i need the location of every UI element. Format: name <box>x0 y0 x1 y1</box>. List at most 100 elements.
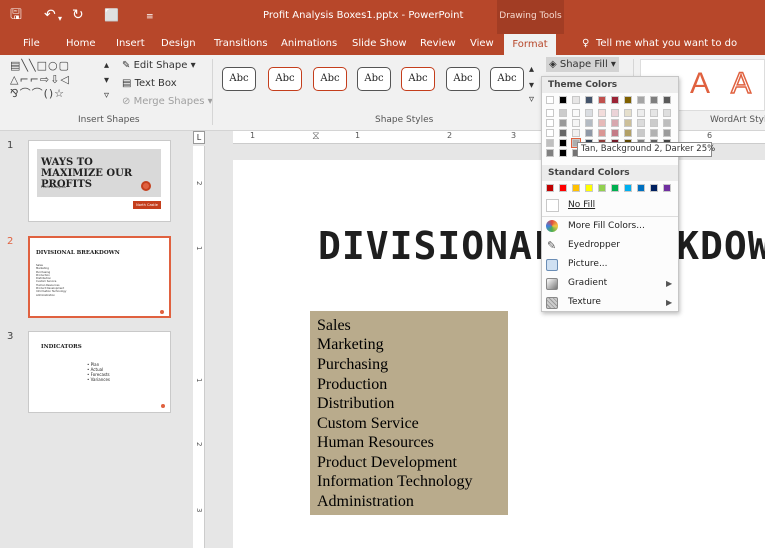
tab-review[interactable]: Review <box>420 37 456 51</box>
shape-style-1[interactable]: Abc <box>222 67 256 91</box>
tab-home[interactable]: Home <box>66 37 96 51</box>
theme-color-swatch[interactable] <box>546 129 554 137</box>
theme-color-swatch[interactable] <box>663 119 671 127</box>
theme-color-swatch[interactable] <box>624 129 632 137</box>
styles-scroll-up-icon[interactable]: ▴ <box>529 63 534 76</box>
theme-color-swatch[interactable] <box>572 129 580 137</box>
gradient-item[interactable]: Gradient ▶ <box>546 274 676 293</box>
tab-transitions[interactable]: Transitions <box>214 37 268 51</box>
shapes-row-2[interactable]: △⌐⌐⇨⇩◁ <box>10 73 115 87</box>
theme-color-swatch[interactable] <box>598 119 606 127</box>
standard-color-swatch[interactable] <box>546 184 554 192</box>
shapes-row-3[interactable]: ⅋⌒⌒()☆ <box>10 87 115 101</box>
shape-style-5[interactable]: Abc <box>401 67 435 91</box>
styles-scroll-down-icon[interactable]: ▾ <box>529 79 534 92</box>
text-box-button[interactable]: ▤ Text Box <box>122 77 177 90</box>
theme-color-swatch[interactable] <box>598 129 606 137</box>
redo-icon[interactable]: ↻ <box>72 7 84 23</box>
tab-format[interactable]: Format <box>504 34 556 55</box>
theme-color-swatch[interactable] <box>546 119 554 127</box>
standard-color-swatch[interactable] <box>585 184 593 192</box>
slide-thumbnail-2[interactable]: DIVISIONAL BREAKDOWN Sales Marketing Pur… <box>28 236 171 318</box>
vertical-ruler[interactable]: 2 1 1 2 3 <box>193 146 205 548</box>
save-icon[interactable]: 🖫 <box>10 7 22 23</box>
theme-color-swatch[interactable] <box>650 96 658 104</box>
theme-color-swatch[interactable] <box>572 96 580 104</box>
theme-color-swatch[interactable] <box>559 139 567 147</box>
texture-item[interactable]: Texture ▶ <box>546 293 676 312</box>
theme-color-swatch[interactable] <box>611 129 619 137</box>
theme-color-swatch[interactable] <box>663 109 671 117</box>
theme-color-swatch[interactable] <box>611 119 619 127</box>
slide-thumbnail-3[interactable]: INDICATORS • Plan • Actual • Forecasts •… <box>28 331 171 413</box>
theme-color-swatch[interactable] <box>546 96 554 104</box>
standard-color-swatch[interactable] <box>663 184 671 192</box>
tab-slide-show[interactable]: Slide Show <box>352 37 407 51</box>
theme-color-swatch[interactable] <box>624 96 632 104</box>
theme-color-swatch[interactable] <box>559 96 567 104</box>
theme-color-swatch[interactable] <box>650 109 658 117</box>
present-icon[interactable]: ⬜ <box>104 7 119 23</box>
shape-style-7[interactable]: Abc <box>490 67 524 91</box>
shape-style-4[interactable]: Abc <box>357 67 391 91</box>
standard-color-swatch[interactable] <box>624 184 632 192</box>
theme-color-swatch[interactable] <box>624 119 632 127</box>
standard-color-swatch[interactable] <box>650 184 658 192</box>
no-fill-item[interactable]: No Fill <box>546 196 676 215</box>
standard-color-swatch[interactable] <box>637 184 645 192</box>
theme-color-swatch[interactable] <box>611 96 619 104</box>
tab-view[interactable]: View <box>470 37 494 51</box>
gallery-scroll-up-icon[interactable]: ▴ <box>104 59 109 72</box>
theme-color-swatch[interactable] <box>546 139 554 147</box>
shapes-gallery[interactable]: ▤╲╲□○▢ △⌐⌐⇨⇩◁ ⅋⌒⌒()☆ <box>10 59 115 105</box>
theme-color-swatch[interactable] <box>663 96 671 104</box>
theme-color-swatch[interactable] <box>546 109 554 117</box>
theme-color-swatch[interactable] <box>559 119 567 127</box>
more-fill-colors-item[interactable]: More Fill Colors... <box>546 217 676 236</box>
undo-icon[interactable]: ↶ <box>44 7 56 23</box>
theme-color-swatch[interactable] <box>585 129 593 137</box>
tab-selector[interactable]: L <box>193 131 205 144</box>
tell-me-box[interactable]: Tell me what you want to do <box>596 37 737 51</box>
theme-color-swatch[interactable] <box>572 109 580 117</box>
styles-more-icon[interactable]: ▿ <box>529 93 534 106</box>
picture-item[interactable]: Picture... <box>546 255 676 274</box>
tab-animations[interactable]: Animations <box>281 37 337 51</box>
wordart-style-2[interactable]: A <box>730 66 752 101</box>
theme-color-swatch[interactable] <box>585 119 593 127</box>
theme-color-swatch[interactable] <box>559 129 567 137</box>
indent-marker-icon[interactable]: ⧖ <box>312 129 320 143</box>
theme-color-swatch[interactable] <box>650 119 658 127</box>
theme-color-swatch[interactable] <box>559 109 567 117</box>
shape-style-6[interactable]: Abc <box>446 67 480 91</box>
gallery-scroll-down-icon[interactable]: ▾ <box>104 74 109 87</box>
theme-color-swatch[interactable] <box>624 109 632 117</box>
theme-color-swatch[interactable] <box>598 109 606 117</box>
theme-color-swatch[interactable] <box>611 109 619 117</box>
undo-dropdown-icon[interactable]: ▾ <box>58 11 62 27</box>
theme-color-swatch[interactable] <box>637 96 645 104</box>
shapes-row-1[interactable]: ▤╲╲□○▢ <box>10 59 115 73</box>
shape-style-2[interactable]: Abc <box>268 67 302 91</box>
edit-shape-button[interactable]: ✎ Edit Shape ▾ <box>122 59 196 72</box>
theme-color-swatch[interactable] <box>572 119 580 127</box>
tab-insert[interactable]: Insert <box>116 37 145 51</box>
slide-thumbnail-1[interactable]: WAYS TO MAXIMIZE OUR PROFITS Profit Anal… <box>28 140 171 222</box>
tab-design[interactable]: Design <box>161 37 196 51</box>
tab-file[interactable]: File <box>23 37 40 51</box>
shape-style-3[interactable]: Abc <box>313 67 347 91</box>
theme-color-swatch[interactable] <box>637 119 645 127</box>
theme-color-swatch[interactable] <box>637 129 645 137</box>
wordart-style-1[interactable]: A <box>690 67 710 101</box>
standard-color-swatch[interactable] <box>572 184 580 192</box>
theme-color-swatch[interactable] <box>559 149 567 157</box>
theme-color-swatch[interactable] <box>546 149 554 157</box>
standard-color-swatch[interactable] <box>611 184 619 192</box>
eyedropper-item[interactable]: ✎ Eyedropper <box>546 236 676 255</box>
theme-color-swatch[interactable] <box>650 129 658 137</box>
standard-color-swatch[interactable] <box>598 184 606 192</box>
theme-color-swatch[interactable] <box>585 109 593 117</box>
theme-color-swatch[interactable] <box>663 129 671 137</box>
merge-shapes-button[interactable]: ⊘ Merge Shapes ▾ <box>122 95 213 108</box>
theme-color-swatch[interactable] <box>637 109 645 117</box>
